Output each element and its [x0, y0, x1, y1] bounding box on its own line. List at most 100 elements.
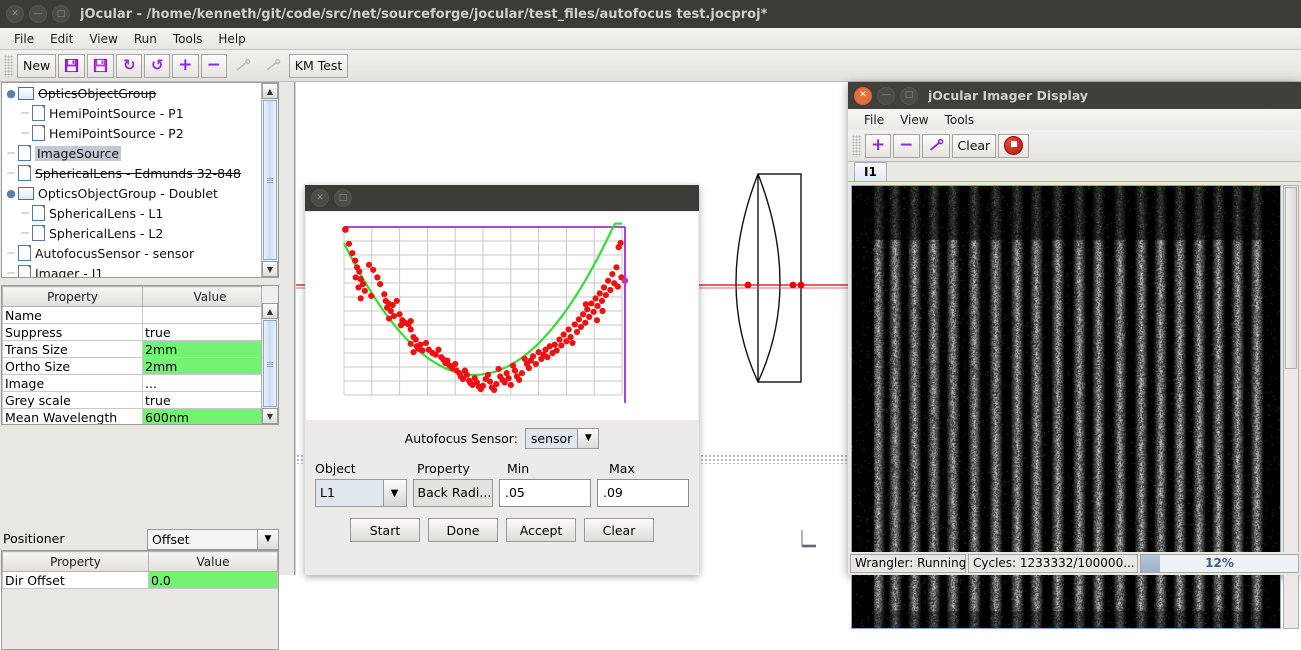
tree-item[interactable]: ●OpticsObjectGroup: [2, 83, 278, 103]
expander-icon[interactable]: ●: [4, 87, 18, 100]
chevron-down-icon[interactable]: ▼: [577, 429, 598, 448]
tree-item[interactable]: ─ImageSource: [2, 143, 278, 163]
positioner-select[interactable]: Offset ▼: [147, 529, 279, 550]
done-button[interactable]: Done: [428, 518, 498, 542]
undo-button[interactable]: ↻: [116, 54, 142, 78]
imager-clear-button[interactable]: Clear: [952, 134, 997, 158]
tree-elbow: ─: [18, 206, 32, 220]
imager-remove-button[interactable]: −: [893, 134, 919, 158]
tree-item[interactable]: ─SphericalLens - Edmunds 32-848: [2, 163, 278, 183]
value-cell[interactable]: ...: [143, 375, 278, 392]
close-button[interactable]: ✕: [6, 5, 24, 23]
value-cell[interactable]: 2mm: [143, 341, 278, 358]
save-button[interactable]: [58, 54, 85, 78]
object-tree[interactable]: ●OpticsObjectGroup─HemiPointSource - P1─…: [1, 82, 279, 278]
max-input[interactable]: .09: [597, 479, 689, 507]
minimize-button[interactable]: —: [29, 5, 47, 23]
property-cell: Trans Size: [3, 341, 143, 358]
imager-scroll-thumb[interactable]: [1285, 187, 1297, 369]
add-button[interactable]: +: [172, 54, 198, 78]
menu-edit[interactable]: Edit: [42, 30, 81, 48]
imager-stop-button[interactable]: [998, 134, 1029, 158]
expander-icon[interactable]: ●: [4, 187, 18, 200]
object-select[interactable]: L1 ▼: [315, 479, 407, 507]
imager-pencil-button[interactable]: [922, 134, 950, 158]
maximize-button[interactable]: □: [52, 5, 70, 23]
scroll-down-arrow[interactable]: ▼: [262, 261, 278, 277]
table-row[interactable]: Ortho Size2mm: [3, 358, 278, 375]
value-cell[interactable]: 0.0: [149, 572, 278, 589]
maximize-button[interactable]: □: [334, 189, 352, 207]
positioner-table[interactable]: Property Value Dir Offset0.0: [1, 550, 279, 650]
tree-item-label: HemiPointSource - P2: [49, 126, 184, 141]
menu-run[interactable]: Run: [126, 30, 165, 48]
start-button[interactable]: Start: [350, 518, 420, 542]
table-row[interactable]: Dir Offset0.0: [3, 572, 278, 589]
main-menubar: File Edit View Run Tools Help: [0, 28, 1301, 50]
new-button[interactable]: New: [17, 54, 56, 78]
property-table[interactable]: Property Value NameSuppresstrueTrans Siz…: [1, 285, 279, 425]
value-cell[interactable]: 2mm: [143, 358, 278, 375]
prop-scroll-down-arrow[interactable]: ▼: [262, 408, 278, 424]
scroll-up-arrow[interactable]: ▲: [262, 83, 278, 99]
table-row[interactable]: Grey scaletrue: [3, 392, 278, 409]
min-input[interactable]: .05: [499, 479, 591, 507]
toolbar-grip[interactable]: [4, 55, 13, 77]
maximize-button[interactable]: □: [900, 87, 918, 105]
imager-add-button[interactable]: +: [865, 134, 891, 158]
chevron-down-icon[interactable]: ▼: [257, 530, 278, 549]
scroll-thumb[interactable]: [263, 100, 277, 260]
value-cell[interactable]: 600nm: [143, 409, 278, 426]
tree-item[interactable]: ─HemiPointSource - P1: [2, 103, 278, 123]
tree-scrollbar[interactable]: ▲ ▼: [261, 83, 278, 277]
prop-scroll-thumb[interactable]: [263, 320, 277, 407]
main-titlebar: ✕ — □ jOcular - /home/kenneth/git/code/s…: [0, 0, 1301, 28]
km-test-button[interactable]: KM Test: [289, 54, 349, 78]
table-row[interactable]: Image...: [3, 375, 278, 392]
imager-titlebar: ✕ — □ jOcular Imager Display: [848, 82, 1301, 109]
sensor-select[interactable]: sensor ▼: [525, 428, 599, 449]
tab-i1[interactable]: I1: [854, 162, 887, 181]
table-row[interactable]: Trans Size2mm: [3, 341, 278, 358]
value-cell[interactable]: [143, 307, 278, 324]
menu-help[interactable]: Help: [210, 30, 253, 48]
value-cell[interactable]: true: [143, 392, 278, 409]
close-button[interactable]: ✕: [854, 87, 872, 105]
imager-toolbar-grip[interactable]: [852, 135, 861, 157]
value-cell[interactable]: true: [143, 324, 278, 341]
minimize-button[interactable]: —: [877, 87, 895, 105]
imager-menu-tools[interactable]: Tools: [937, 111, 983, 129]
table-row[interactable]: Suppresstrue: [3, 324, 278, 341]
left-panel: ●OpticsObjectGroup─HemiPointSource - P1─…: [0, 82, 295, 575]
remove-button[interactable]: −: [201, 54, 227, 78]
autofocus-plot[interactable]: [306, 212, 698, 420]
tree-item[interactable]: ─Imager - I1: [2, 263, 278, 278]
menu-tools[interactable]: Tools: [165, 30, 211, 48]
document-icon: [18, 265, 31, 278]
tree-item-label: Imager - I1: [35, 266, 103, 279]
tree-item[interactable]: ─SphericalLens - L2: [2, 223, 278, 243]
menu-view[interactable]: View: [81, 30, 125, 48]
property-cell: Name: [3, 307, 143, 324]
tree-item[interactable]: ●OpticsObjectGroup - Doublet: [2, 183, 278, 203]
chevron-down-icon[interactable]: ▼: [383, 480, 406, 506]
property-scrollbar[interactable]: ▲ ▼: [261, 286, 278, 424]
table-row[interactable]: Mean Wavelength600nm: [3, 409, 278, 426]
tree-item[interactable]: ─SphericalLens - L1: [2, 203, 278, 223]
close-button[interactable]: ✕: [311, 189, 329, 207]
imager-menu-view[interactable]: View: [892, 111, 936, 129]
redo-button[interactable]: ↺: [144, 54, 170, 78]
pencil-icon: [265, 59, 281, 73]
tool-one-button: [229, 54, 257, 78]
property-cell: Mean Wavelength: [3, 409, 143, 426]
imager-menu-file[interactable]: File: [856, 111, 892, 129]
prop-scroll-up-arrow[interactable]: ▲: [262, 303, 278, 319]
accept-button[interactable]: Accept: [506, 518, 576, 542]
table-row[interactable]: Name: [3, 307, 278, 324]
menu-file[interactable]: File: [6, 30, 42, 48]
save-as-button[interactable]: [87, 54, 114, 78]
tree-item[interactable]: ─HemiPointSource - P2: [2, 123, 278, 143]
property-select[interactable]: Back Radi...: [413, 479, 493, 507]
tree-item[interactable]: ─AutofocusSensor - sensor: [2, 243, 278, 263]
clear-button[interactable]: Clear: [584, 518, 654, 542]
